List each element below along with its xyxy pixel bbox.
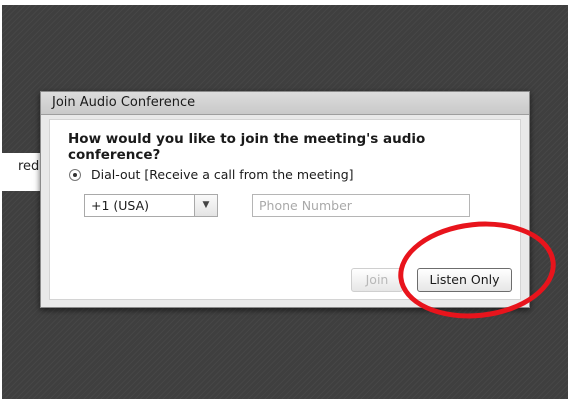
country-code-value: +1 (USA) — [91, 198, 150, 213]
join-button[interactable]: Join — [351, 268, 403, 292]
dial-out-label[interactable]: Dial-out [Receive a call from the meetin… — [91, 167, 354, 182]
phone-number-input[interactable] — [252, 194, 470, 217]
chevron-down-icon[interactable]: ▼ — [194, 195, 217, 216]
dialog-question: How would you like to join the meeting's… — [68, 131, 426, 163]
dial-out-radio[interactable] — [69, 169, 81, 181]
dialog-title: Join Audio Conference — [41, 92, 529, 115]
dialog-panel: How would you like to join the meeting's… — [49, 119, 521, 300]
join-audio-dialog: Join Audio Conference How would you like… — [40, 91, 530, 308]
radio-selected-dot — [73, 173, 77, 177]
country-code-select[interactable]: +1 (USA) ▼ — [84, 194, 218, 217]
listen-only-button[interactable]: Listen Only — [417, 268, 512, 292]
